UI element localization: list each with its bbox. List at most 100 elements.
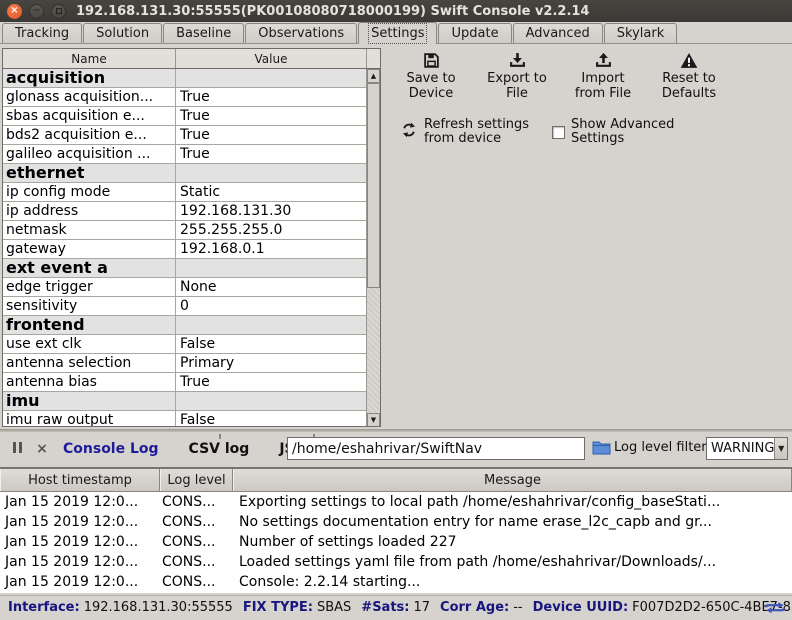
folder-icon[interactable]	[592, 440, 611, 459]
setting-value[interactable]: 255.255.255.0	[176, 221, 367, 239]
tab[interactable]: Baseline	[163, 23, 244, 43]
tab-label: Settings	[371, 26, 424, 41]
setting-value[interactable]: True	[176, 373, 367, 391]
settings-table: Name Value acquisition glonass acquisiti…	[2, 48, 381, 427]
settings-scrollbar[interactable]: ▲ ▼	[366, 69, 380, 427]
up-arrow-icon: ▲	[371, 72, 376, 80]
save-to-device-button[interactable]: Save to Device	[395, 52, 467, 102]
log-row[interactable]: Jan 15 2019 12:0... CONS... Number of se…	[0, 532, 792, 552]
table-row[interactable]: bds2 acquisition e... True	[3, 126, 367, 145]
table-row[interactable]: use ext clk False	[3, 335, 367, 354]
setting-value[interactable]: Static	[176, 183, 367, 201]
tab-label: Tracking	[15, 26, 69, 41]
status-label: Corr Age:	[440, 600, 509, 615]
scroll-up-button[interactable]: ▲	[367, 69, 380, 83]
window-maximize-button[interactable]	[51, 4, 66, 19]
log-directory-input[interactable]	[287, 437, 585, 460]
column-header-name[interactable]: Name	[3, 49, 176, 68]
setting-name: galileo acquisition ...	[3, 145, 176, 163]
csv-log-checkbox[interactable]: CSV log	[189, 441, 250, 457]
status-value: 192.168.131.30:55555	[84, 600, 233, 615]
table-row[interactable]: imu	[3, 392, 367, 411]
setting-value[interactable]: Primary	[176, 354, 367, 372]
log-row[interactable]: Jan 15 2019 12:0... CONS... No settings …	[0, 512, 792, 532]
window-minimize-button[interactable]: −	[29, 4, 44, 19]
setting-value[interactable]: 0	[176, 297, 367, 315]
column-header-host-timestamp[interactable]: Host timestamp	[0, 469, 160, 491]
tab[interactable]: Update	[438, 23, 511, 43]
table-row[interactable]: imu raw output False	[3, 411, 367, 427]
setting-name: imu	[3, 392, 176, 410]
log-row[interactable]: Jan 15 2019 12:0... CONS... Exporting se…	[0, 492, 792, 512]
dropdown-arrow-button[interactable]: ▼	[774, 438, 787, 459]
table-row[interactable]: sensitivity 0	[3, 297, 367, 316]
tab-bar: Tracking Solution Baseline Observations …	[0, 22, 792, 44]
table-row[interactable]: ip config mode Static	[3, 183, 367, 202]
table-row[interactable]: sbas acquisition e... True	[3, 107, 367, 126]
setting-name: antenna selection	[3, 354, 176, 372]
log-row[interactable]: Jan 15 2019 12:0... CONS... Console: 2.2…	[0, 572, 792, 592]
setting-value[interactable]: None	[176, 278, 367, 296]
window-close-button[interactable]: ×	[7, 4, 22, 19]
tab[interactable]: Skylark	[604, 23, 677, 43]
setting-value[interactable]: True	[176, 88, 367, 106]
column-header-value[interactable]: Value	[176, 49, 367, 68]
down-arrow-icon: ▼	[371, 416, 376, 424]
clear-log-button[interactable]: ×	[33, 440, 51, 458]
tab-label: Update	[451, 26, 498, 41]
status-label: Device UUID:	[533, 600, 629, 615]
setting-value[interactable]	[176, 69, 367, 87]
reset-to-defaults-label: Reset to Defaults	[653, 72, 725, 102]
table-row[interactable]: acquisition	[3, 69, 367, 88]
setting-value[interactable]: True	[176, 126, 367, 144]
table-row[interactable]: frontend	[3, 316, 367, 335]
status-label: FIX TYPE:	[243, 600, 313, 615]
status-item: Device UUID:F007D2D2-650C-4BE7-83EC	[533, 600, 792, 615]
setting-value[interactable]	[176, 259, 367, 277]
column-header-log-level[interactable]: Log level	[160, 469, 233, 491]
reset-to-defaults-button[interactable]: Reset to Defaults	[653, 52, 725, 102]
tab[interactable]: Tracking	[2, 23, 82, 43]
tab[interactable]: Settings	[358, 22, 437, 44]
warning-triangle-icon	[680, 52, 698, 69]
refresh-settings-button[interactable]: Refresh settings from device	[401, 118, 536, 147]
log-timestamp: Jan 15 2019 12:0...	[0, 512, 160, 532]
table-row[interactable]: ip address 192.168.131.30	[3, 202, 367, 221]
setting-value[interactable]: True	[176, 145, 367, 163]
log-row[interactable]: Jan 15 2019 12:0... CONS... Loaded setti…	[0, 552, 792, 572]
setting-name: imu raw output	[3, 411, 176, 427]
setting-value[interactable]: True	[176, 107, 367, 125]
table-row[interactable]: glonass acquisition... True	[3, 88, 367, 107]
tab[interactable]: Solution	[83, 23, 162, 43]
table-row[interactable]: ethernet	[3, 164, 367, 183]
import-from-file-button[interactable]: Import from File	[567, 52, 639, 102]
export-to-file-button[interactable]: Export to File	[481, 52, 553, 102]
pause-log-button[interactable]	[8, 440, 26, 458]
scrollbar-thumb[interactable]	[367, 83, 380, 288]
table-row[interactable]: ext event a	[3, 259, 367, 278]
table-row[interactable]: netmask 255.255.255.0	[3, 221, 367, 240]
setting-value[interactable]: 192.168.0.1	[176, 240, 367, 258]
table-row[interactable]: gateway 192.168.0.1	[3, 240, 367, 259]
settings-table-header: Name Value	[3, 49, 380, 69]
log-level-filter-dropdown[interactable]: WARNING ▼	[706, 437, 788, 460]
tab-label: Baseline	[176, 26, 231, 41]
table-row[interactable]: galileo acquisition ... True	[3, 145, 367, 164]
setting-value[interactable]: False	[176, 411, 367, 427]
setting-value[interactable]: False	[176, 335, 367, 353]
tab[interactable]: Advanced	[513, 23, 603, 43]
table-row[interactable]: antenna selection Primary	[3, 354, 367, 373]
table-row[interactable]: antenna bias True	[3, 373, 367, 392]
show-advanced-checkbox[interactable]	[552, 126, 565, 139]
setting-value[interactable]	[176, 164, 367, 182]
connection-cycle-button[interactable]	[764, 599, 786, 620]
column-header-message[interactable]: Message	[233, 469, 792, 491]
table-row[interactable]: edge trigger None	[3, 278, 367, 297]
tab[interactable]: Observations	[245, 23, 357, 43]
setting-value[interactable]	[176, 392, 367, 410]
settings-actions: Save to Device Export to File Import fro…	[395, 52, 785, 146]
scroll-down-button[interactable]: ▼	[367, 413, 380, 427]
setting-value[interactable]	[176, 316, 367, 334]
setting-value[interactable]: 192.168.131.30	[176, 202, 367, 220]
setting-name: frontend	[3, 316, 176, 334]
